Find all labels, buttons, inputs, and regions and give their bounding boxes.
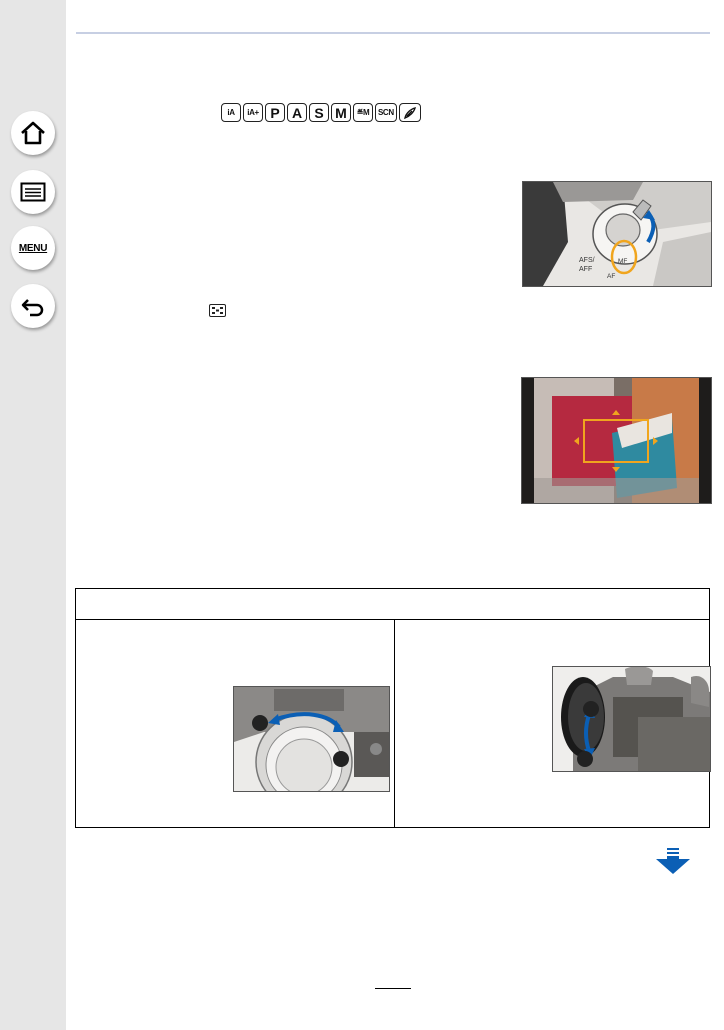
menu-button[interactable]: MENU bbox=[11, 226, 55, 270]
af-area-icon bbox=[209, 304, 226, 317]
mode-intelligent-auto-plus-icon: iA+ bbox=[243, 103, 263, 122]
mode-creative-video-icon: ≝M bbox=[353, 103, 373, 122]
svg-text:AFF: AFF bbox=[579, 266, 592, 273]
svg-text:AFS/: AFS/ bbox=[579, 257, 595, 264]
focus-ring-photo bbox=[233, 686, 390, 792]
list-icon bbox=[20, 182, 46, 202]
mode-aperture-icon: A bbox=[287, 103, 307, 122]
mode-intelligent-auto-icon: iA bbox=[221, 103, 241, 122]
mode-manual-icon: M bbox=[331, 103, 351, 122]
applicable-modes: iA iA+ P A S M ≝M SCN bbox=[221, 103, 421, 122]
home-icon bbox=[21, 121, 45, 145]
next-page-icon[interactable] bbox=[656, 848, 690, 879]
svg-text:AF: AF bbox=[607, 273, 615, 280]
mode-shutter-icon: S bbox=[309, 103, 329, 122]
focus-mode-lever-photo: AFS/ AFF MF AF bbox=[522, 181, 712, 287]
back-icon bbox=[21, 299, 44, 317]
mode-creative-control-icon bbox=[398, 103, 421, 122]
mf-assist-screen-photo bbox=[521, 377, 712, 504]
header-rule bbox=[76, 32, 710, 34]
menu-icon: MENU bbox=[18, 242, 48, 254]
page-number bbox=[375, 988, 411, 1003]
mode-program-icon: P bbox=[265, 103, 285, 122]
mode-scene-icon: SCN bbox=[375, 103, 397, 122]
control-dial-photo bbox=[552, 666, 711, 772]
table-column-rule bbox=[394, 619, 395, 828]
svg-text:MF: MF bbox=[618, 258, 627, 265]
contents-button[interactable] bbox=[11, 170, 55, 214]
back-button[interactable] bbox=[11, 284, 55, 328]
home-button[interactable] bbox=[11, 111, 55, 155]
table-header-rule bbox=[76, 619, 709, 620]
sidebar: MENU bbox=[0, 0, 66, 1030]
